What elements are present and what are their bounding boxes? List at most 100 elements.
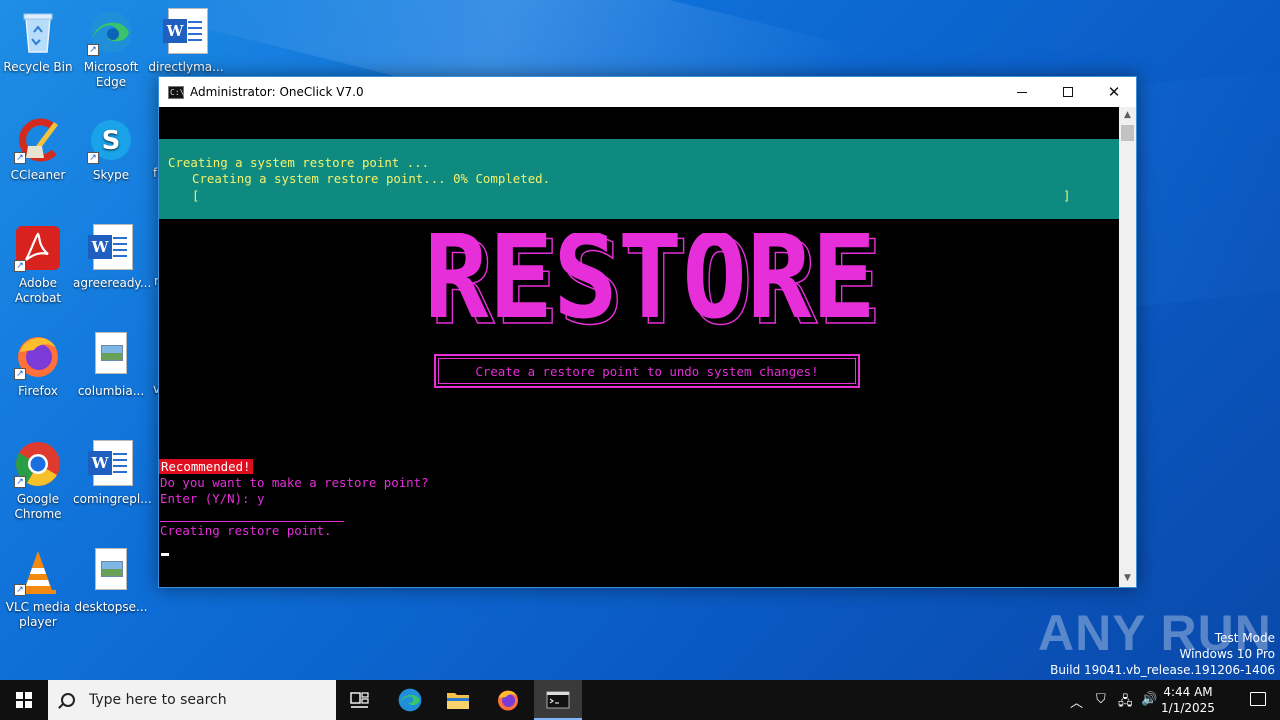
svg-text:S: S	[102, 126, 121, 156]
desktop-icon-agreeready[interactable]: W agreeready...	[73, 224, 152, 291]
task-view-button[interactable]	[336, 680, 384, 720]
chevron-up-icon[interactable]: ︿	[1070, 692, 1083, 711]
taskbar-console[interactable]	[534, 680, 582, 720]
desktop-icon-label: desktopse...	[74, 600, 148, 614]
desktop-icon-label: Adobe Acrobat	[14, 276, 62, 305]
folder-icon	[447, 693, 469, 709]
taskbar-search-box[interactable]: Type here to search	[48, 680, 336, 720]
desktop-icon-label: directlyma...	[148, 60, 224, 74]
vlc-cone-icon: ↗	[14, 548, 62, 596]
progress-heading: Creating a system restore point ...	[168, 155, 430, 170]
close-button[interactable]: ✕	[1091, 77, 1137, 107]
desktop-icon-directlyma[interactable]: W directlyma...	[148, 8, 224, 75]
scroll-up-arrow-icon[interactable]: ▲	[1119, 107, 1136, 124]
shortcut-arrow-icon: ↗	[87, 152, 99, 164]
firefox-icon	[498, 690, 518, 711]
adobe-acrobat-icon: ↗	[14, 224, 62, 272]
desktop-icon-microsoft-edge[interactable]: ↗ Microsoft Edge	[73, 8, 149, 90]
word-document-icon: W	[87, 224, 135, 272]
desktop-icon-label: Firefox	[18, 384, 58, 398]
test-mode-text: Test Mode	[1214, 631, 1275, 645]
scroll-down-arrow-icon[interactable]: ▼	[1119, 570, 1136, 587]
text-cursor	[161, 553, 169, 556]
desktop-icon-label: Microsoft Edge	[83, 60, 139, 89]
maximize-button[interactable]	[1045, 77, 1091, 107]
progress-status: Creating a system restore point... 0% Co…	[192, 171, 551, 186]
edge-icon: ↗	[87, 8, 135, 56]
scroll-thumb[interactable]	[1121, 125, 1134, 141]
window-titlebar[interactable]: C:\ Administrator: OneClick V7.0 ✕	[159, 77, 1136, 107]
desktop-icon-recycle-bin[interactable]: Recycle Bin	[0, 8, 76, 75]
build-text: Build 19041.vb_release.191206-1406	[1050, 663, 1275, 677]
word-document-icon: W	[162, 8, 210, 56]
console-app-icon: C:\	[168, 85, 185, 99]
tagline-text: Create a restore point to undo system ch…	[475, 363, 819, 379]
search-icon	[61, 693, 75, 707]
edge-icon	[398, 688, 422, 712]
progress-panel: Creating a system restore point ... Crea…	[159, 139, 1119, 219]
shortcut-arrow-icon: ↗	[87, 44, 99, 56]
desktop-icon-label: Skype	[92, 168, 130, 182]
taskbar-firefox[interactable]	[484, 680, 532, 720]
image-file-icon	[87, 332, 135, 380]
desktop-icon-desktopse[interactable]: desktopse...	[73, 548, 149, 615]
close-icon: ✕	[1107, 83, 1121, 101]
desktop-icon-ccleaner[interactable]: ↗ CCleaner	[0, 116, 76, 183]
volume-icon[interactable]: 🔊	[1141, 692, 1157, 707]
edition-text: Windows 10 Pro	[1179, 647, 1275, 661]
desktop: Recycle Bin ↗ CCleaner ↗ Adobe Acrobat ↗…	[0, 0, 1280, 680]
yn-prompt: Enter (Y/N): y	[160, 491, 265, 506]
shortcut-arrow-icon: ↗	[14, 476, 26, 488]
desktop-icon-adobe-acrobat[interactable]: ↗ Adobe Acrobat	[0, 224, 76, 306]
security-icon[interactable]: ⛉	[1096, 692, 1106, 707]
firefox-icon: ↗	[14, 332, 62, 380]
desktop-icon-comingrepl[interactable]: W comingrepl...	[73, 440, 152, 507]
desktop-icon-label: CCleaner	[10, 168, 66, 182]
progress-bar-open: [	[192, 188, 200, 203]
restore-question: Do you want to make a restore point?	[160, 475, 429, 490]
taskbar-file-explorer[interactable]	[434, 680, 482, 720]
clock-date: 1/1/2025	[1161, 701, 1215, 715]
taskbar: Type here to search ︿ ⛉ 🖧 🔊 4:44 AM 1/1/…	[0, 680, 1280, 720]
desktop-icon-label: Recycle Bin	[3, 60, 73, 74]
desktop-icon-vlc[interactable]: ↗ VLC media player	[0, 548, 76, 630]
desktop-icon-google-chrome[interactable]: ↗ Google Chrome	[0, 440, 76, 522]
desktop-icon-columbia[interactable]: columbia...	[73, 332, 149, 399]
desktop-icon-skype[interactable]: S ↗ Skype	[73, 116, 149, 183]
search-placeholder: Type here to search	[89, 692, 227, 708]
restore-ascii-banner: RESTORE RESTORE	[424, 233, 883, 329]
shortcut-arrow-icon: ↗	[14, 152, 26, 164]
minimize-button[interactable]	[999, 77, 1045, 107]
windows-build-watermark: Test Mode Windows 10 Pro Build 19041.vb_…	[1050, 630, 1275, 678]
console-output[interactable]: Creating a system restore point ... Crea…	[159, 107, 1119, 587]
notification-icon[interactable]	[1250, 692, 1266, 706]
taskbar-clock[interactable]: 4:44 AM 1/1/2025	[1158, 684, 1218, 716]
skype-icon: S ↗	[87, 116, 135, 164]
network-icon[interactable]: 🖧	[1118, 692, 1133, 714]
vertical-scrollbar[interactable]: ▲ ▼	[1119, 107, 1136, 587]
minimize-icon	[1017, 91, 1027, 93]
desktop-icon-firefox[interactable]: ↗ Firefox	[0, 332, 76, 399]
status-line: Creating restore point.	[160, 523, 332, 538]
desktop-icon-label: VLC media player	[5, 600, 71, 629]
ccleaner-icon: ↗	[14, 116, 62, 164]
word-document-icon: W	[87, 440, 135, 488]
shortcut-arrow-icon: ↗	[14, 260, 26, 272]
maximize-icon	[1063, 87, 1073, 97]
desktop-icon-label: agreeready...	[73, 276, 152, 290]
console-icon	[546, 691, 570, 709]
banner-text: RESTORE	[424, 233, 876, 329]
task-view-icon	[350, 692, 369, 708]
window-title: Administrator: OneClick V7.0	[190, 85, 364, 99]
progress-bar-close: ]	[1063, 188, 1071, 203]
start-button[interactable]	[0, 680, 48, 720]
shortcut-arrow-icon: ↗	[14, 368, 26, 380]
system-tray: ︿ ⛉ 🖧 🔊 4:44 AM 1/1/2025	[1060, 680, 1280, 720]
windows-logo-icon	[16, 692, 32, 708]
clock-time: 4:44 AM	[1163, 685, 1213, 699]
console-window[interactable]: C:\ Administrator: OneClick V7.0 ✕ Creat…	[158, 76, 1137, 588]
taskbar-edge[interactable]	[386, 680, 434, 720]
shortcut-arrow-icon: ↗	[14, 584, 26, 596]
recycle-bin-icon	[14, 8, 62, 56]
clipped-desktop-label: f	[153, 166, 158, 180]
